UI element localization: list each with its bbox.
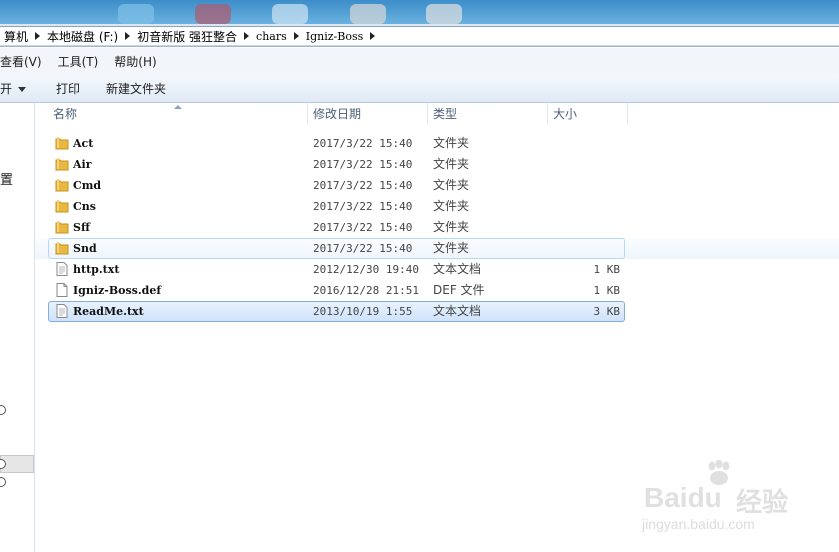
file-row[interactable]: Igniz-Boss.def 2016/12/28 21:51 DEF 文件 1… — [35, 280, 839, 301]
text-file-icon — [56, 262, 68, 276]
menu-tools[interactable]: 工具(T) — [58, 53, 107, 70]
file-date: 2017/3/22 15:40 — [313, 158, 413, 171]
file-type: 文件夹 — [433, 157, 470, 171]
folder-icon — [55, 200, 69, 213]
file-date: 2017/3/22 15:40 — [313, 137, 413, 150]
column-header-type[interactable]: 类型 — [433, 103, 457, 125]
file-name: Sff — [73, 221, 90, 234]
breadcrumb[interactable]: 算机 本地磁盘 (F:) 初音新版 强狂整合 chars Igniz-Boss — [0, 26, 839, 46]
file-type: 文件夹 — [433, 199, 470, 213]
file-date: 2012/12/30 19:40 — [313, 263, 419, 276]
breadcrumb-separator-icon[interactable] — [125, 32, 131, 40]
column-divider[interactable] — [547, 103, 548, 125]
file-icon — [56, 283, 68, 297]
breadcrumb-separator-icon[interactable] — [370, 32, 376, 40]
file-type: 文本文档 — [433, 262, 482, 276]
file-size: 1 KB — [593, 263, 621, 276]
file-name: ReadMe.txt — [73, 305, 144, 318]
file-type: DEF 文件 — [433, 283, 485, 297]
print-button[interactable]: 打印 — [56, 80, 80, 97]
file-row[interactable]: Sff 2017/3/22 15:40 文件夹 — [35, 217, 839, 238]
watermark: Baidu 经验 jingyan.baidu.com — [636, 460, 836, 540]
file-type: 文件夹 — [433, 136, 470, 150]
column-divider[interactable] — [427, 103, 428, 125]
column-header-date[interactable]: 修改日期 — [313, 103, 361, 125]
breadcrumb-item-drive[interactable]: 本地磁盘 (F:) — [43, 28, 122, 45]
file-size: 3 KB — [593, 305, 621, 318]
breadcrumb-item-folder[interactable]: 初音新版 强狂整合 — [133, 28, 241, 45]
file-name: Cmd — [73, 179, 102, 192]
folder-icon — [55, 137, 69, 150]
file-date: 2016/12/28 21:51 — [313, 284, 419, 297]
file-name: Act — [73, 137, 94, 150]
desktop-icon — [350, 4, 386, 24]
column-header-name[interactable]: 名称 — [53, 103, 77, 125]
file-type: 文件夹 — [433, 241, 470, 255]
column-header: 名称 修改日期 类型 大小 — [35, 103, 839, 125]
folder-icon — [55, 158, 69, 171]
file-row-hovered[interactable]: Snd 2017/3/22 15:40 文件夹 — [35, 238, 839, 259]
column-header-size[interactable]: 大小 — [553, 103, 577, 125]
menu-help[interactable]: 帮助(H) — [114, 53, 164, 70]
menu-view[interactable]: 查看(V) — [0, 53, 50, 70]
menu-bar: 查看(V) 工具(T) 帮助(H) — [0, 48, 839, 74]
desktop-icon — [118, 4, 154, 24]
file-row[interactable]: Act 2017/3/22 15:40 文件夹 — [35, 133, 839, 154]
breadcrumb-separator-icon[interactable] — [35, 32, 41, 40]
file-row[interactable]: Air 2017/3/22 15:40 文件夹 — [35, 154, 839, 175]
file-name: Air — [73, 158, 92, 171]
file-date: 2017/3/22 15:40 — [313, 200, 413, 213]
chevron-down-icon — [18, 86, 27, 92]
breadcrumb-separator-icon[interactable] — [293, 32, 299, 40]
file-date: 2013/10/19 1:55 — [313, 305, 413, 318]
file-name: Snd — [73, 242, 97, 255]
text-file-icon — [56, 304, 68, 318]
file-row[interactable]: http.txt 2012/12/30 19:40 文本文档 1 KB — [35, 259, 839, 280]
breadcrumb-separator-icon[interactable] — [244, 32, 250, 40]
watermark-brand-cn: 经验 — [736, 488, 789, 518]
nav-item-label[interactable]: 置 — [0, 169, 13, 188]
watermark-url: jingyan.baidu.com — [642, 516, 755, 532]
file-name: http.txt — [73, 263, 120, 276]
column-divider[interactable] — [307, 103, 308, 125]
desktop-icon — [195, 4, 231, 24]
file-type: 文本文档 — [433, 304, 482, 318]
file-name: Cns — [73, 200, 96, 213]
file-row[interactable]: Cns 2017/3/22 15:40 文件夹 — [35, 196, 839, 217]
file-type: 文件夹 — [433, 220, 470, 234]
column-divider[interactable] — [627, 103, 628, 125]
breadcrumb-item-current[interactable]: Igniz-Boss — [302, 30, 368, 43]
navigation-pane[interactable]: 置 — [0, 103, 35, 552]
open-button[interactable]: 开 — [0, 80, 27, 97]
file-row-selected[interactable]: ReadMe.txt 2013/10/19 1:55 文本文档 3 KB — [35, 301, 839, 322]
expand-icon[interactable] — [0, 405, 6, 415]
new-folder-button[interactable]: 新建文件夹 — [106, 80, 166, 97]
desktop-background-strip — [0, 0, 839, 24]
file-name: Igniz-Boss.def — [73, 284, 162, 297]
desktop-icon — [272, 4, 308, 24]
file-row[interactable]: Cmd 2017/3/22 15:40 文件夹 — [35, 175, 839, 196]
desktop-icon — [426, 4, 462, 24]
file-date: 2017/3/22 15:40 — [313, 179, 413, 192]
file-size: 1 KB — [593, 284, 621, 297]
breadcrumb-item-computer[interactable]: 算机 — [0, 28, 32, 45]
folder-icon — [55, 221, 69, 234]
folder-icon — [55, 179, 69, 192]
file-list: Act 2017/3/22 15:40 文件夹 Air 2017/3/22 15… — [35, 133, 839, 322]
open-button-label: 开 — [0, 81, 13, 96]
file-type: 文件夹 — [433, 178, 470, 192]
breadcrumb-item-chars[interactable]: chars — [252, 30, 291, 43]
file-date: 2017/3/22 15:40 — [313, 221, 413, 234]
command-bar: 开 打印 新建文件夹 — [0, 74, 839, 103]
watermark-brand: Baidu — [644, 482, 722, 513]
file-date: 2017/3/22 15:40 — [313, 242, 413, 255]
sort-ascending-icon — [174, 105, 182, 109]
folder-icon — [55, 242, 69, 255]
address-bar: 算机 本地磁盘 (F:) 初音新版 强狂整合 chars Igniz-Boss — [0, 24, 839, 47]
expand-icon[interactable] — [0, 477, 6, 487]
